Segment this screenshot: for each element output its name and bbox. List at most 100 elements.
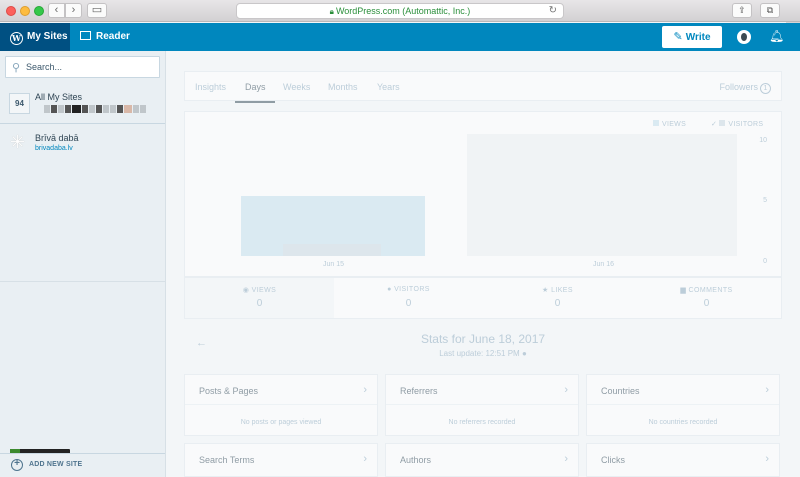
bar-jun-15-column[interactable]	[241, 196, 425, 256]
tab-weeks[interactable]: Weeks	[283, 82, 310, 92]
reader-label: Reader	[96, 31, 130, 42]
write-label: Write	[685, 32, 711, 43]
summary-tab-likes[interactable]: ★ LIKES 0	[483, 278, 632, 318]
chevron-right-icon: ›	[765, 384, 769, 396]
zoom-window-button[interactable]	[34, 6, 44, 16]
stats-summary-tabs: ◉ VIEWS 0 ● VISITORS 0 ★ LIKES 0 ▆ COMME…	[184, 277, 782, 319]
module-title: Search Terms	[199, 455, 255, 465]
comment-icon: ▆	[680, 287, 689, 294]
chevron-right-icon: ›	[765, 453, 769, 465]
forward-button[interactable]: ›	[65, 3, 82, 18]
site-picker-sidebar: ⚲ 94 All My Sites ✳ Brīvā dabā brivadaba…	[0, 51, 166, 477]
all-my-sites-label: All My Sites	[35, 92, 83, 102]
tab-insights[interactable]: Insights	[195, 82, 226, 92]
module-title: Referrers	[400, 386, 438, 396]
active-tab-indicator	[235, 101, 275, 103]
module-title: Authors	[400, 455, 432, 465]
legend-views-swatch	[653, 120, 659, 126]
module-divider	[587, 404, 779, 405]
legend-visitors[interactable]: ✓ VISITORS	[711, 120, 763, 128]
chevron-right-icon: ›	[363, 453, 367, 465]
share-button[interactable]: ⇪	[732, 3, 752, 18]
url-text: WordPress.com (Automattic, Inc.)	[335, 6, 471, 16]
followers-count: 1	[760, 83, 771, 94]
module-divider	[386, 404, 578, 405]
add-new-site-button[interactable]: + ADD NEW SITE	[0, 453, 165, 477]
minimize-window-button[interactable]	[20, 6, 30, 16]
reader-button[interactable]: Reader	[80, 23, 130, 51]
tab-years[interactable]: Years	[377, 82, 400, 92]
star-icon: ★	[542, 287, 552, 294]
module-title: Clicks	[601, 455, 625, 465]
summary-tab-views[interactable]: ◉ VIEWS 0	[185, 278, 334, 318]
summary-tab-visitors[interactable]: ● VISITORS 0	[334, 278, 483, 318]
chevron-left-icon: ‹	[54, 4, 59, 16]
avatar[interactable]	[737, 30, 751, 44]
tabs-icon: ⧉	[766, 5, 774, 15]
search-icon: ⚲	[12, 62, 21, 74]
search-input[interactable]	[26, 60, 154, 74]
x-label-jun-15: Jun 15	[323, 261, 345, 268]
module-search-terms[interactable]: Search Terms ›	[184, 443, 378, 477]
wordpress-logo-icon: W	[10, 32, 23, 45]
summary-visitors-value: 0	[405, 298, 412, 309]
site-url: brivadaba.lv	[35, 145, 73, 152]
module-posts-pages[interactable]: Posts & Pages › No posts or pages viewed	[184, 374, 378, 436]
chevron-right-icon: ›	[564, 453, 568, 465]
summary-likes-value: 0	[554, 298, 561, 309]
sidebar-toggle-button[interactable]: ▭	[87, 3, 107, 18]
notifications-bell-icon[interactable]: 🔔︎	[769, 29, 784, 43]
y-tick-10: 10	[759, 137, 767, 144]
chevron-right-icon: ›	[363, 384, 367, 396]
summary-views-label: VIEWS	[251, 287, 277, 294]
module-authors[interactable]: Authors ›	[385, 443, 579, 477]
close-window-button[interactable]	[6, 6, 16, 16]
followers-link[interactable]: Followers 1	[719, 82, 771, 94]
site-search[interactable]: ⚲	[5, 56, 160, 78]
module-title: Countries	[601, 386, 640, 396]
add-circle-icon: +	[11, 459, 23, 471]
summary-views-value: 0	[256, 298, 263, 309]
tabs-overview-button[interactable]: ⧉	[760, 3, 780, 18]
site-snowflake-icon: ✳	[10, 132, 26, 152]
module-clicks[interactable]: Clicks ›	[586, 443, 780, 477]
browser-toolbar: ‹ › ▭ 🔒︎ WordPress.com (Automattic, Inc.)…	[0, 0, 800, 22]
module-countries[interactable]: Countries › No countries recorded	[586, 374, 780, 436]
my-sites-button[interactable]: W My Sites	[0, 23, 70, 51]
address-bar[interactable]: 🔒︎ WordPress.com (Automattic, Inc.) ↻	[236, 3, 564, 19]
legend-visitors-swatch	[719, 120, 726, 126]
period-title: Stats for June 18, 2017	[420, 332, 546, 346]
chevron-right-icon: ›	[564, 384, 568, 396]
module-empty-text: No posts or pages viewed	[240, 419, 322, 426]
site-name: Brīvā dabā	[35, 133, 79, 143]
info-icon[interactable]: ●	[520, 349, 527, 358]
x-label-jun-16: Jun 16	[593, 261, 615, 268]
write-button[interactable]: ✎ Write	[662, 26, 722, 48]
bar-jun-16-column[interactable]	[467, 134, 737, 256]
lock-icon: 🔒︎	[329, 7, 334, 16]
all-my-sites-item[interactable]: 94 All My Sites	[0, 84, 165, 124]
check-icon: ✓	[711, 121, 720, 128]
sidebar-icon: ▭	[91, 4, 103, 16]
followers-label: Followers	[719, 82, 758, 92]
site-item-brivadaba[interactable]: ✳ Brīvā dabā brivadaba.lv	[0, 124, 165, 164]
reload-icon[interactable]: ↻	[549, 4, 557, 18]
summary-visitors-label: VISITORS	[394, 286, 430, 293]
masterbar: W My Sites Reader ✎ Write 🔔︎	[0, 23, 800, 51]
tab-days[interactable]: Days	[245, 82, 266, 92]
stats-chart: VIEWS ✓ VISITORS 10 5 0 Jun 15 Jun 16	[184, 111, 782, 277]
module-referrers[interactable]: Referrers › No referrers recorded	[385, 374, 579, 436]
back-button[interactable]: ‹	[48, 3, 65, 18]
tab-months[interactable]: Months	[328, 82, 358, 92]
eye-icon: ◉	[242, 287, 252, 294]
bar-jun-15-visitors	[283, 244, 381, 256]
legend-views[interactable]: VIEWS	[653, 120, 686, 128]
write-icon: ✎	[673, 31, 683, 43]
site-favicons-strip	[44, 105, 147, 113]
module-empty-text: No referrers recorded	[448, 419, 516, 426]
summary-tab-comments[interactable]: ▆ COMMENTS 0	[632, 278, 781, 318]
period-navigation: ← Stats for June 18, 2017 Last update: 1…	[184, 323, 782, 363]
y-tick-5: 5	[763, 197, 767, 204]
module-divider	[185, 404, 377, 405]
chevron-right-icon: ›	[71, 4, 76, 16]
